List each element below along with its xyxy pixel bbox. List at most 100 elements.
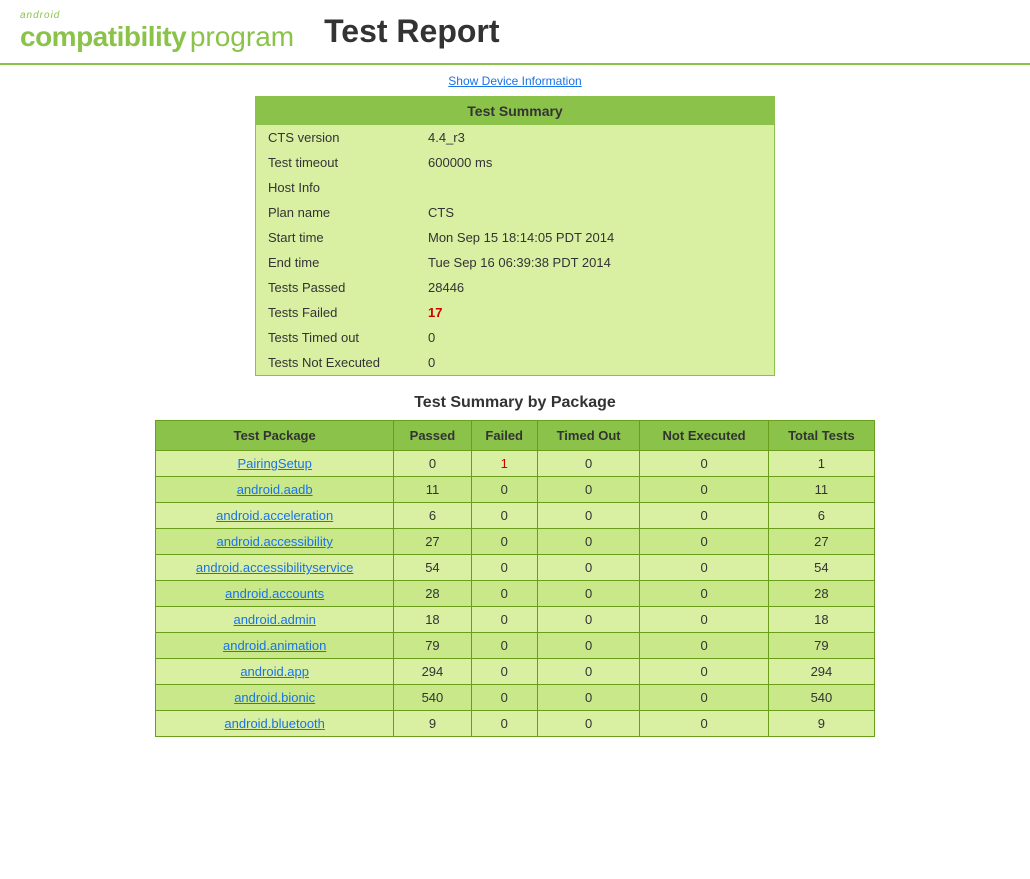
table-row: android.aadb1100011 [156,477,875,503]
device-info-section: Show Device Information [0,65,1030,96]
summary-label: Plan name [256,200,416,225]
timedout-cell: 0 [537,685,639,711]
table-row: android.bluetooth90009 [156,711,875,737]
passed-cell: 79 [394,633,471,659]
timedout-cell: 0 [537,529,639,555]
passed-cell: 27 [394,529,471,555]
total-cell: 28 [768,581,874,607]
package-name-cell: android.acceleration [156,503,394,529]
summary-label: CTS version [256,125,416,150]
failed-cell: 0 [471,581,537,607]
notexec-cell: 0 [640,529,768,555]
package-link[interactable]: android.bionic [234,690,315,705]
failed-cell: 0 [471,659,537,685]
timedout-cell: 0 [537,659,639,685]
package-name-cell: android.bionic [156,685,394,711]
passed-cell: 6 [394,503,471,529]
package-link[interactable]: android.accessibility [216,534,332,549]
packages-container: Test PackagePassedFailedTimed OutNot Exe… [155,420,875,737]
package-name-cell: android.accessibilityservice [156,555,394,581]
notexec-cell: 0 [640,451,768,477]
passed-cell: 540 [394,685,471,711]
table-row: android.acceleration60006 [156,503,875,529]
notexec-cell: 0 [640,555,768,581]
packages-table: Test PackagePassedFailedTimed OutNot Exe… [155,420,875,737]
package-link[interactable]: android.animation [223,638,326,653]
timedout-cell: 0 [537,477,639,503]
passed-cell: 0 [394,451,471,477]
total-cell: 294 [768,659,874,685]
table-row: android.accessibility2700027 [156,529,875,555]
failed-cell: 0 [471,555,537,581]
timedout-cell: 0 [537,607,639,633]
package-link[interactable]: android.aadb [237,482,313,497]
packages-col-header: Not Executed [640,421,768,451]
device-info-link[interactable]: Show Device Information [448,74,581,88]
summary-value: 600000 ms [416,150,774,175]
summary-value: 4.4_r3 [416,125,774,150]
summary-value: 0 [416,325,774,350]
package-link[interactable]: android.app [240,664,309,679]
failed-cell: 1 [471,451,537,477]
failed-cell: 0 [471,685,537,711]
logo: android compatibility program [20,10,294,53]
summary-label: End time [256,250,416,275]
total-cell: 9 [768,711,874,737]
summary-label: Tests Failed [256,300,416,325]
package-name-cell: PairingSetup [156,451,394,477]
passed-cell: 11 [394,477,471,503]
logo-compat-text: compatibility [20,21,186,52]
package-link[interactable]: android.acceleration [216,508,333,523]
summary-value: Mon Sep 15 18:14:05 PDT 2014 [416,225,774,250]
packages-col-header: Total Tests [768,421,874,451]
package-link[interactable]: android.admin [233,612,315,627]
timedout-cell: 0 [537,451,639,477]
package-name-cell: android.aadb [156,477,394,503]
summary-label: Host Info [256,175,416,200]
notexec-cell: 0 [640,659,768,685]
notexec-cell: 0 [640,503,768,529]
total-cell: 79 [768,633,874,659]
total-cell: 27 [768,529,874,555]
packages-col-header: Test Package [156,421,394,451]
package-link[interactable]: android.accessibilityservice [196,560,354,575]
failed-cell: 0 [471,503,537,529]
page-title: Test Report [324,13,499,50]
logo-line: compatibility program [20,21,294,53]
total-cell: 54 [768,555,874,581]
summary-label: Start time [256,225,416,250]
table-row: android.animation7900079 [156,633,875,659]
notexec-cell: 0 [640,633,768,659]
test-summary-container: Test Summary CTS version4.4_r3Test timeo… [255,96,775,376]
logo-android-text: android [20,10,294,21]
passed-cell: 18 [394,607,471,633]
table-row: android.accounts2800028 [156,581,875,607]
summary-value: CTS [416,200,774,225]
table-row: android.accessibilityservice5400054 [156,555,875,581]
summary-label: Test timeout [256,150,416,175]
timedout-cell: 0 [537,633,639,659]
package-name-cell: android.app [156,659,394,685]
page-header: android compatibility program Test Repor… [0,0,1030,65]
packages-col-header: Passed [394,421,471,451]
failed-cell: 0 [471,529,537,555]
package-name-cell: android.accounts [156,581,394,607]
notexec-cell: 0 [640,607,768,633]
package-link[interactable]: PairingSetup [237,456,311,471]
summary-label: Tests Not Executed [256,350,416,375]
packages-col-header: Failed [471,421,537,451]
timedout-cell: 0 [537,503,639,529]
passed-cell: 28 [394,581,471,607]
summary-value: 17 [416,300,774,325]
packages-col-header: Timed Out [537,421,639,451]
package-link[interactable]: android.accounts [225,586,324,601]
timedout-cell: 0 [537,711,639,737]
summary-table: CTS version4.4_r3Test timeout600000 msHo… [256,125,774,375]
package-link[interactable]: android.bluetooth [224,716,324,731]
table-row: android.app294000294 [156,659,875,685]
passed-cell: 294 [394,659,471,685]
summary-label: Tests Passed [256,275,416,300]
package-name-cell: android.accessibility [156,529,394,555]
summary-value: Tue Sep 16 06:39:38 PDT 2014 [416,250,774,275]
failed-cell: 0 [471,477,537,503]
